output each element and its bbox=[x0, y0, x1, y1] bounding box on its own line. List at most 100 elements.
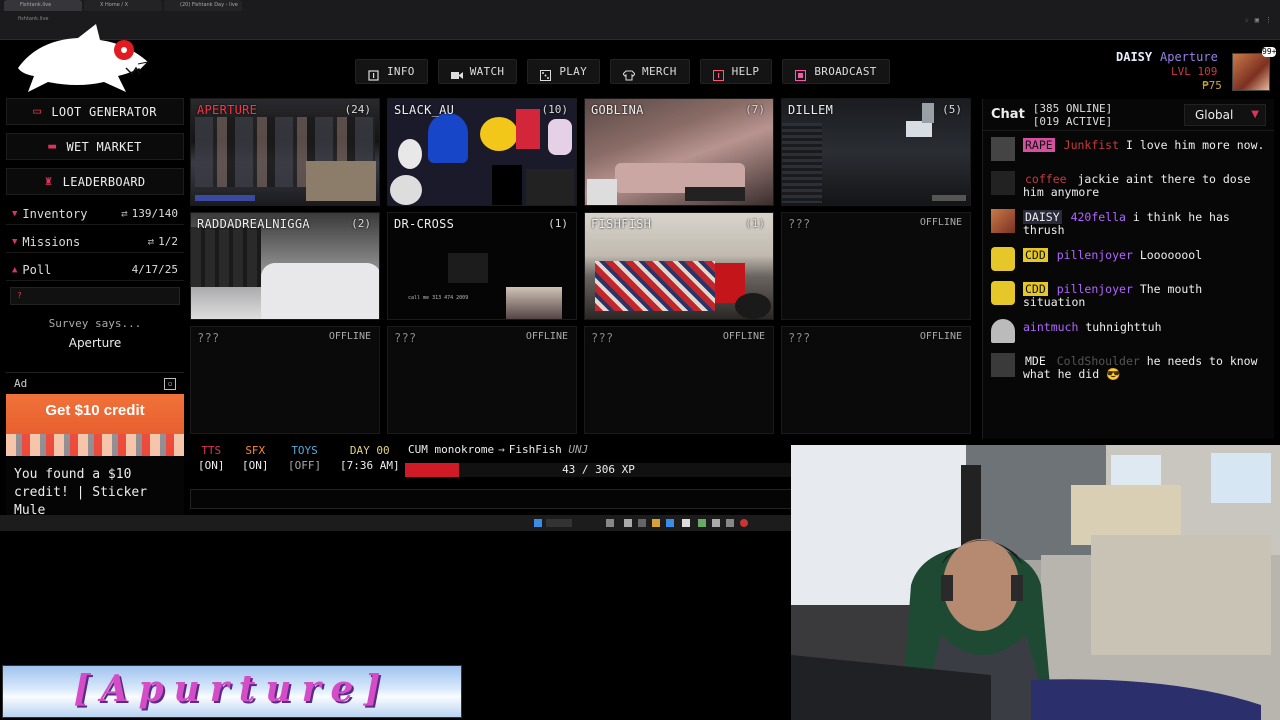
menu-icon[interactable]: ⋮ bbox=[1265, 16, 1272, 24]
tts-toggle[interactable]: TTS [ON] bbox=[198, 443, 225, 473]
poll-label: Poll bbox=[22, 262, 52, 277]
app-icon[interactable] bbox=[740, 519, 748, 527]
camera-tile-offline[interactable]: ??? OFFLINE bbox=[190, 326, 380, 434]
search-icon[interactable] bbox=[546, 519, 572, 527]
toys-label: TOYS bbox=[291, 444, 318, 457]
chat-input[interactable] bbox=[190, 489, 792, 509]
chat-username[interactable]: aintmuch bbox=[1023, 320, 1078, 334]
market-icon: ▬ bbox=[48, 139, 57, 154]
nav-merch-button[interactable]: MERCH bbox=[610, 59, 690, 84]
chat-active-count: [019 ACTIVE] bbox=[1032, 114, 1113, 128]
chat-mention[interactable]: pillenjoyer bbox=[1057, 248, 1133, 262]
loot-generator-button[interactable]: ▭ LOOT GENERATOR bbox=[6, 98, 184, 125]
missions-toggle[interactable]: ▼ Missions ⇄ 1/2 bbox=[6, 231, 184, 253]
sfx-toggle[interactable]: SFX [ON] bbox=[242, 443, 269, 473]
browser-tab[interactable]: (20) Fishtank Day - live bbox=[164, 0, 242, 11]
chat-mention[interactable]: ColdShoulder bbox=[1057, 354, 1140, 368]
camera-tile[interactable]: GOBLINA (7) bbox=[584, 98, 774, 206]
app-icon[interactable] bbox=[606, 519, 614, 527]
windows-icon[interactable] bbox=[534, 519, 542, 527]
poll-input[interactable]: ? bbox=[10, 287, 180, 305]
user-avatar[interactable] bbox=[991, 353, 1015, 377]
user-avatar[interactable] bbox=[991, 209, 1015, 233]
nav-info-button[interactable]: INFO bbox=[355, 59, 428, 84]
wet-market-button[interactable]: ▬ WET MARKET bbox=[6, 133, 184, 160]
chat-mention[interactable]: 420fella bbox=[1071, 210, 1126, 224]
app-icon[interactable] bbox=[698, 519, 706, 527]
user-avatar[interactable] bbox=[991, 171, 1015, 195]
chat-username[interactable]: RAPE bbox=[1023, 138, 1055, 152]
user-avatar[interactable] bbox=[991, 319, 1015, 343]
leaderboard-button[interactable]: ♜ LEADERBOARD bbox=[6, 168, 184, 195]
ticker-tag: UNJ bbox=[568, 443, 589, 456]
camera-name: DR-CROSS bbox=[394, 217, 455, 231]
ad-banner[interactable]: Get $10 credit bbox=[6, 394, 184, 456]
extension-icon[interactable]: ▣ bbox=[1255, 16, 1259, 24]
chat-stats: [385 ONLINE] [019 ACTIVE] bbox=[1033, 102, 1112, 128]
user-avatar[interactable] bbox=[991, 247, 1015, 271]
help-icon bbox=[712, 66, 724, 81]
inventory-toggle[interactable]: ▼ Inventory ⇄ 139/140 bbox=[6, 203, 184, 225]
camera-tile[interactable]: RADDADREALNIGGA (2) bbox=[190, 212, 380, 320]
notification-badge[interactable]: 99+ bbox=[1262, 47, 1276, 57]
address-bar[interactable]: fishtank.live bbox=[18, 16, 1018, 24]
camera-tile[interactable]: call me 313 474 2009 DR-CROSS (1) bbox=[387, 212, 577, 320]
profile-name: DAISY bbox=[1116, 50, 1153, 64]
camera-tile-offline[interactable]: ??? OFFLINE bbox=[781, 212, 971, 320]
chat-username[interactable]: CDD bbox=[1023, 282, 1048, 296]
camera-viewers: (24) bbox=[344, 103, 372, 116]
sfx-state: [ON] bbox=[242, 459, 269, 472]
nav-label: HELP bbox=[731, 65, 760, 78]
camera-tile-offline[interactable]: ??? OFFLINE bbox=[584, 326, 774, 434]
swap-icon[interactable]: ⇄ bbox=[121, 207, 128, 220]
nav-play-button[interactable]: PLAY bbox=[527, 59, 601, 84]
avatar[interactable] bbox=[1232, 53, 1270, 91]
star-icon[interactable]: ☆ bbox=[1245, 16, 1249, 24]
chat-message: aintmuch tuhnighttuh bbox=[983, 313, 1274, 347]
chat-room-select[interactable]: Global ▼ bbox=[1184, 103, 1266, 126]
chat-mention[interactable]: pillenjoyer bbox=[1057, 282, 1133, 296]
close-icon[interactable]: ▫ bbox=[164, 377, 176, 390]
chat-mention[interactable]: Junkfist bbox=[1064, 138, 1119, 152]
status-hud: TTS [ON] SFX [ON] TOYS [OFF] DAY 00 [7:3… bbox=[190, 439, 792, 509]
toys-toggle[interactable]: TOYS [OFF] bbox=[288, 443, 321, 473]
broadcast-icon bbox=[795, 66, 807, 81]
camera-viewers: (1) bbox=[745, 217, 765, 230]
nav-watch-button[interactable]: WATCH bbox=[437, 59, 518, 84]
camera-tile[interactable]: APERTURE (24) bbox=[190, 98, 380, 206]
profile-level: LVL 109 bbox=[1171, 65, 1218, 78]
browser-tab[interactable]: X Home / X bbox=[84, 0, 162, 11]
caret-down-icon: ▼ bbox=[12, 236, 18, 247]
app-icon[interactable] bbox=[624, 519, 632, 527]
chat-panel: Chat [385 ONLINE] [019 ACTIVE] Global ▼ … bbox=[982, 99, 1274, 439]
swap-icon[interactable]: ⇄ bbox=[148, 235, 155, 248]
chat-username[interactable]: DAISY bbox=[1023, 210, 1062, 224]
camera-tile-offline[interactable]: ??? OFFLINE bbox=[781, 326, 971, 434]
camera-tile[interactable]: DILLEM (5) bbox=[781, 98, 971, 206]
fishtank-logo[interactable] bbox=[8, 18, 158, 98]
user-avatar[interactable] bbox=[991, 281, 1015, 305]
app-icon[interactable] bbox=[666, 519, 674, 527]
nav-help-button[interactable]: HELP bbox=[699, 59, 773, 84]
camera-tile[interactable]: FISHFISH (1) bbox=[584, 212, 774, 320]
browser-tab[interactable]: Fishtank.live bbox=[4, 0, 82, 11]
camera-tile-offline[interactable]: ??? OFFLINE bbox=[387, 326, 577, 434]
camera-status: OFFLINE bbox=[525, 331, 568, 342]
app-icon[interactable] bbox=[726, 519, 734, 527]
chat-username[interactable]: CDD bbox=[1023, 248, 1048, 262]
ticker-to: FishFish bbox=[508, 443, 562, 456]
camera-tile[interactable]: SLACK_AU (10) bbox=[387, 98, 577, 206]
app-icon[interactable] bbox=[682, 519, 690, 527]
chat-text: Loooooool bbox=[1139, 248, 1203, 262]
app-icon[interactable] bbox=[652, 519, 660, 527]
user-profile[interactable]: DAISY Aperture LVL 109 ₱75 99+ bbox=[1116, 47, 1276, 95]
nav-broadcast-button[interactable]: BROADCAST bbox=[782, 59, 890, 84]
app-icon[interactable] bbox=[638, 519, 646, 527]
poll-toggle[interactable]: ▲ Poll 4/17/25 bbox=[6, 259, 184, 281]
ad-text[interactable]: You found a $10 credit! | Sticker Mule bbox=[6, 456, 184, 518]
chat-username[interactable]: MDE bbox=[1023, 354, 1048, 368]
chat-username[interactable]: coffee bbox=[1023, 172, 1069, 186]
app-icon[interactable] bbox=[712, 519, 720, 527]
user-avatar[interactable] bbox=[991, 137, 1015, 161]
camera-name: RADDADREALNIGGA bbox=[197, 217, 310, 231]
